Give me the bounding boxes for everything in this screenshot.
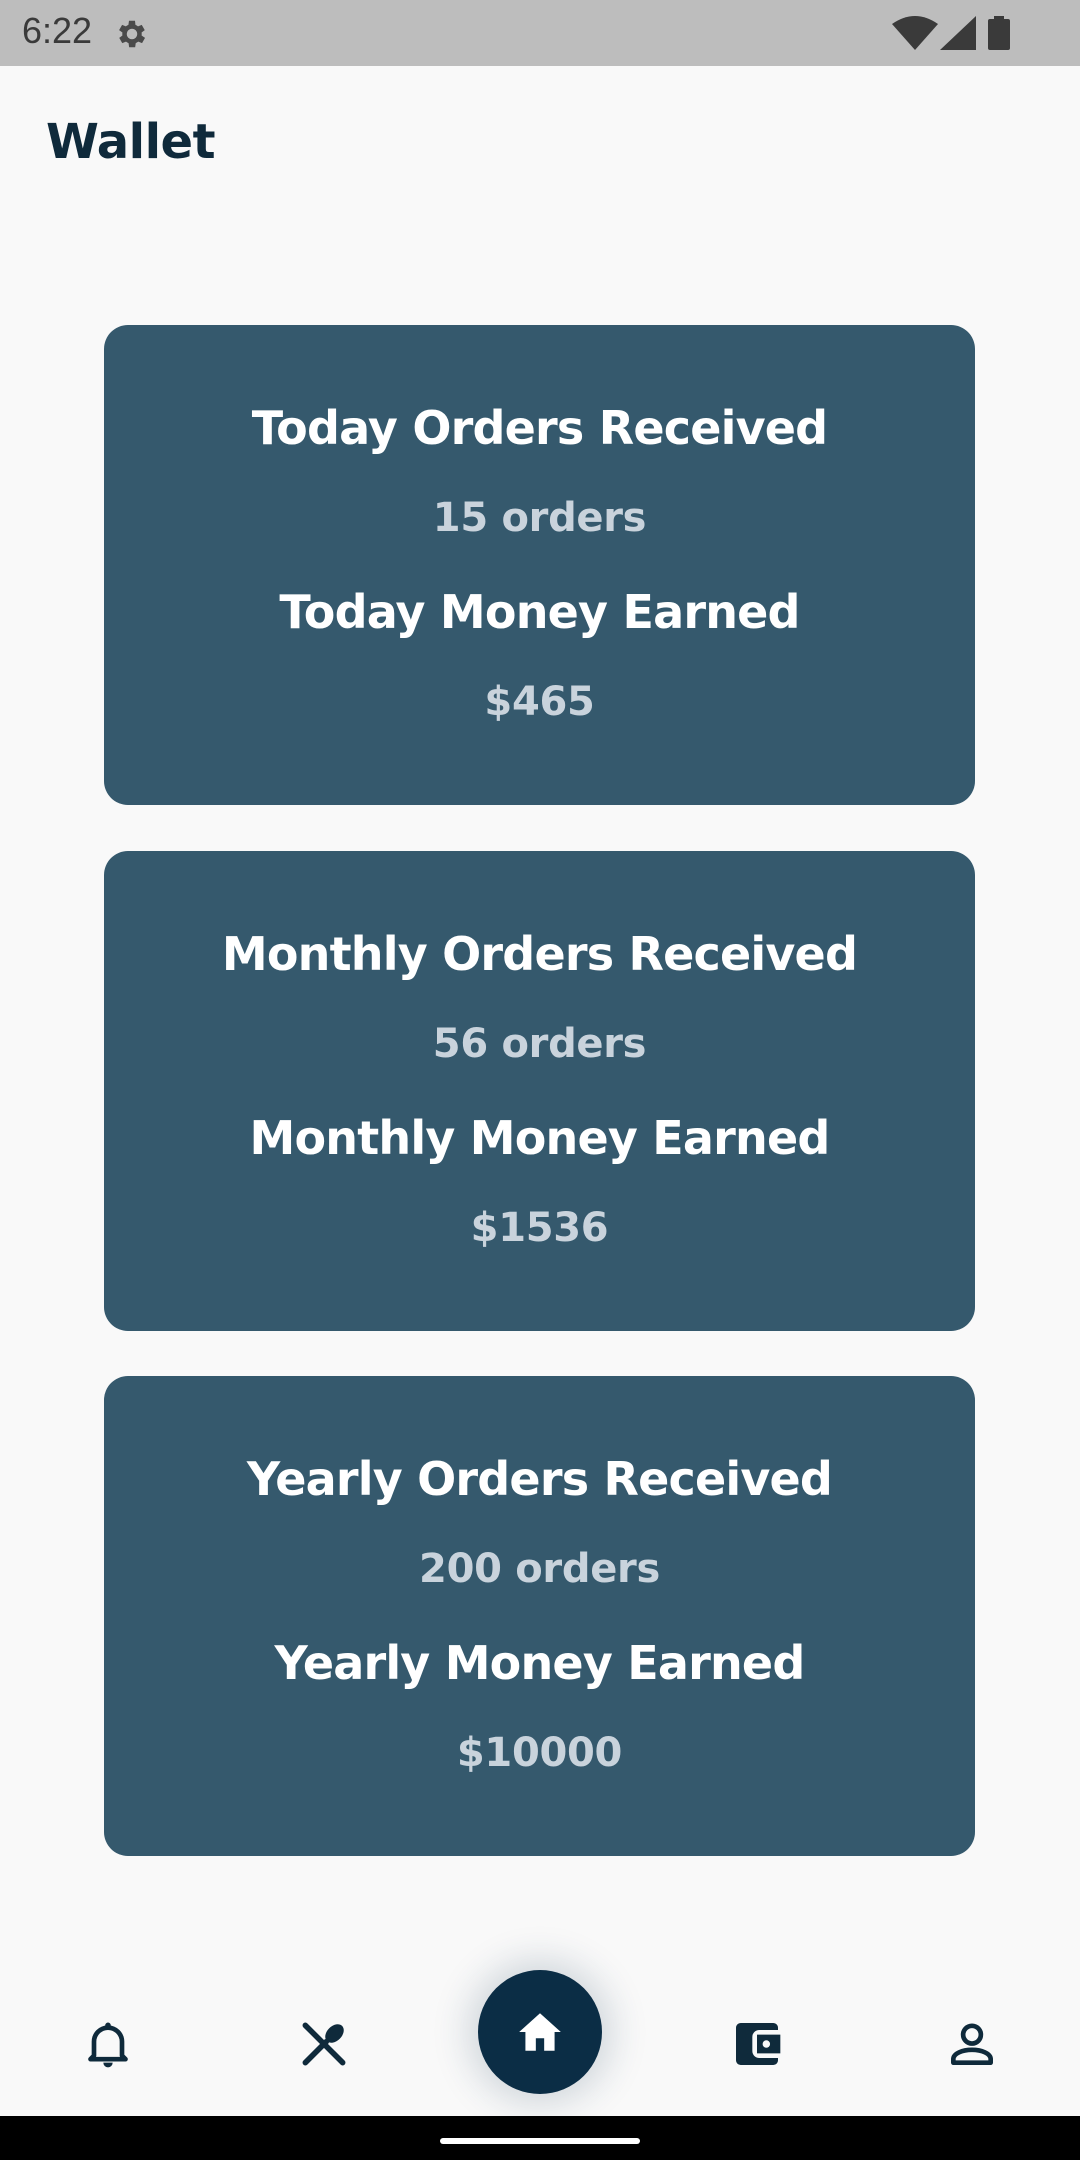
home-button[interactable] — [478, 1970, 602, 2094]
system-gesture-bar — [0, 2116, 1080, 2160]
today-money-value: $465 — [484, 679, 595, 725]
yearly-orders-value: 200 orders — [419, 1546, 660, 1592]
utensils-icon[interactable] — [296, 2016, 352, 2072]
yearly-orders-heading: Yearly Orders Received — [246, 1452, 833, 1506]
cellular-signal-icon — [940, 16, 976, 50]
person-icon[interactable] — [944, 2016, 1000, 2072]
yearly-money-heading: Yearly Money Earned — [274, 1636, 806, 1690]
battery-icon — [988, 16, 1010, 50]
today-money-heading: Today Money Earned — [279, 585, 800, 639]
today-stats-card: Today Orders Received 15 orders Today Mo… — [104, 325, 975, 805]
monthly-money-value: $1536 — [470, 1205, 609, 1251]
wallet-icon[interactable] — [729, 2016, 785, 2072]
settings-gear-icon — [119, 20, 146, 48]
status-bar: 6:22 — [0, 0, 1080, 66]
monthly-orders-value: 56 orders — [432, 1021, 647, 1067]
home-icon — [519, 2013, 561, 2051]
today-orders-heading: Today Orders Received — [251, 401, 828, 455]
today-orders-value: 15 orders — [432, 495, 647, 541]
bell-icon[interactable] — [80, 2016, 136, 2072]
yearly-stats-card: Yearly Orders Received 200 orders Yearly… — [104, 1376, 975, 1856]
wifi-icon — [892, 16, 938, 50]
status-time: 6:22 — [22, 10, 93, 51]
monthly-orders-heading: Monthly Orders Received — [221, 927, 858, 981]
yearly-money-value: $10000 — [456, 1730, 623, 1776]
bottom-navigation — [0, 1940, 1080, 2116]
page-title: Wallet — [46, 114, 216, 170]
monthly-stats-card: Monthly Orders Received 56 orders Monthl… — [104, 851, 975, 1331]
monthly-money-heading: Monthly Money Earned — [249, 1111, 831, 1165]
gesture-handle[interactable] — [440, 2138, 640, 2144]
